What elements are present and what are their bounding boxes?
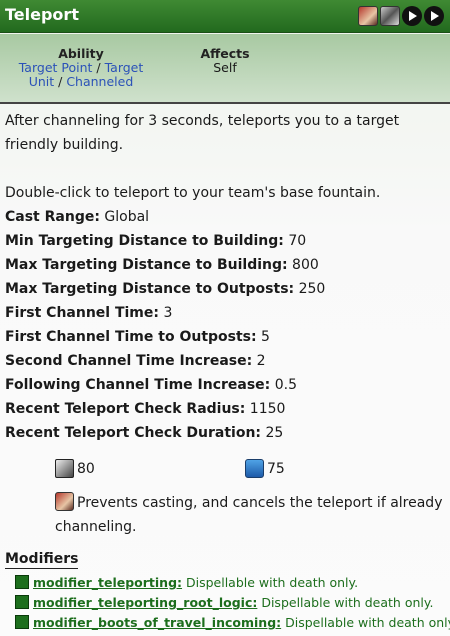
ability-note-text: Prevents casting, and cancels the telepo… [55, 495, 443, 535]
affects-value: Self [213, 60, 237, 75]
modifiers-heading: Modifiers [5, 551, 79, 569]
target-point-link[interactable]: Target Point [19, 60, 93, 75]
list-item: modifier_boots_of_travel_incoming: Dispe… [15, 613, 450, 633]
modifier-link[interactable]: modifier_teleporting_root_logic: [33, 595, 257, 610]
cooldown-value: 80 [77, 460, 95, 477]
modifiers-list: modifier_teleporting: Dispellable with d… [15, 573, 450, 633]
page-title: Teleport [5, 5, 79, 24]
property-row: First Channel Time: 3 [5, 305, 173, 321]
channeled-link[interactable]: Channeled [66, 74, 133, 89]
ability-costs: 80 75 [55, 459, 450, 481]
modifier-icon [15, 595, 29, 609]
play-next-icon[interactable] [424, 6, 444, 26]
property-row: Max Targeting Distance to Building: 800 [5, 257, 319, 273]
modifier-link[interactable]: modifier_teleporting: [33, 575, 182, 590]
modifier-description: Dispellable with death only. [281, 615, 450, 630]
property-row: First Channel Time to Outposts: 5 [5, 329, 270, 345]
affects-column: Affects Self [180, 47, 270, 75]
header-icons [358, 6, 444, 26]
ability-info-panel: Ability Target Point / Target Unit / Cha… [0, 34, 450, 104]
modifier-link[interactable]: modifier_boots_of_travel_incoming: [33, 615, 281, 630]
list-item: modifier_teleporting: Dispellable with d… [15, 573, 450, 593]
affects-heading: Affects [200, 46, 250, 61]
property-row: Recent Teleport Check Duration: 25 [5, 425, 284, 441]
separator: / [92, 60, 105, 75]
property-row: Following Channel Time Increase: 0.5 [5, 377, 297, 393]
title-bar: Teleport [0, 0, 450, 33]
ability-heading: Ability [58, 46, 104, 61]
modifier-icon [15, 615, 29, 629]
ability-content: After channeling for 3 seconds, teleport… [5, 109, 445, 445]
property-row: Max Targeting Distance to Outposts: 250 [5, 281, 326, 297]
cooldown-cost: 80 [55, 459, 95, 478]
cooldown-icon [55, 459, 74, 478]
modifier-icon [15, 575, 29, 589]
separator: / [54, 74, 67, 89]
hero-portrait-icon[interactable] [358, 6, 378, 26]
property-row: Recent Teleport Check Radius: 1150 [5, 401, 286, 417]
modifier-description: Dispellable with death only. [257, 595, 434, 610]
modifier-description: Dispellable with death only. [182, 575, 359, 590]
hero-portrait-icon[interactable] [55, 492, 74, 511]
play-icon[interactable] [402, 6, 422, 26]
property-row: Cast Range: Global [5, 209, 150, 225]
ability-properties: Cast Range: Global Min Targeting Distanc… [5, 205, 445, 445]
property-row: Min Targeting Distance to Building: 70 [5, 233, 307, 249]
mana-value: 75 [267, 460, 285, 477]
ability-note: Prevents casting, and cancels the telepo… [55, 491, 447, 539]
mana-cost: 75 [245, 459, 285, 478]
ability-description: After channeling for 3 seconds, teleport… [5, 113, 400, 153]
ability-column: Ability Target Point / Target Unit / Cha… [14, 47, 148, 89]
list-item: modifier_teleporting_root_logic: Dispell… [15, 593, 450, 613]
boots-icon[interactable] [380, 6, 400, 26]
ability-extra-description: Double-click to teleport to your team's … [5, 185, 381, 201]
property-row: Second Channel Time Increase: 2 [5, 353, 266, 369]
mana-icon [245, 459, 264, 478]
